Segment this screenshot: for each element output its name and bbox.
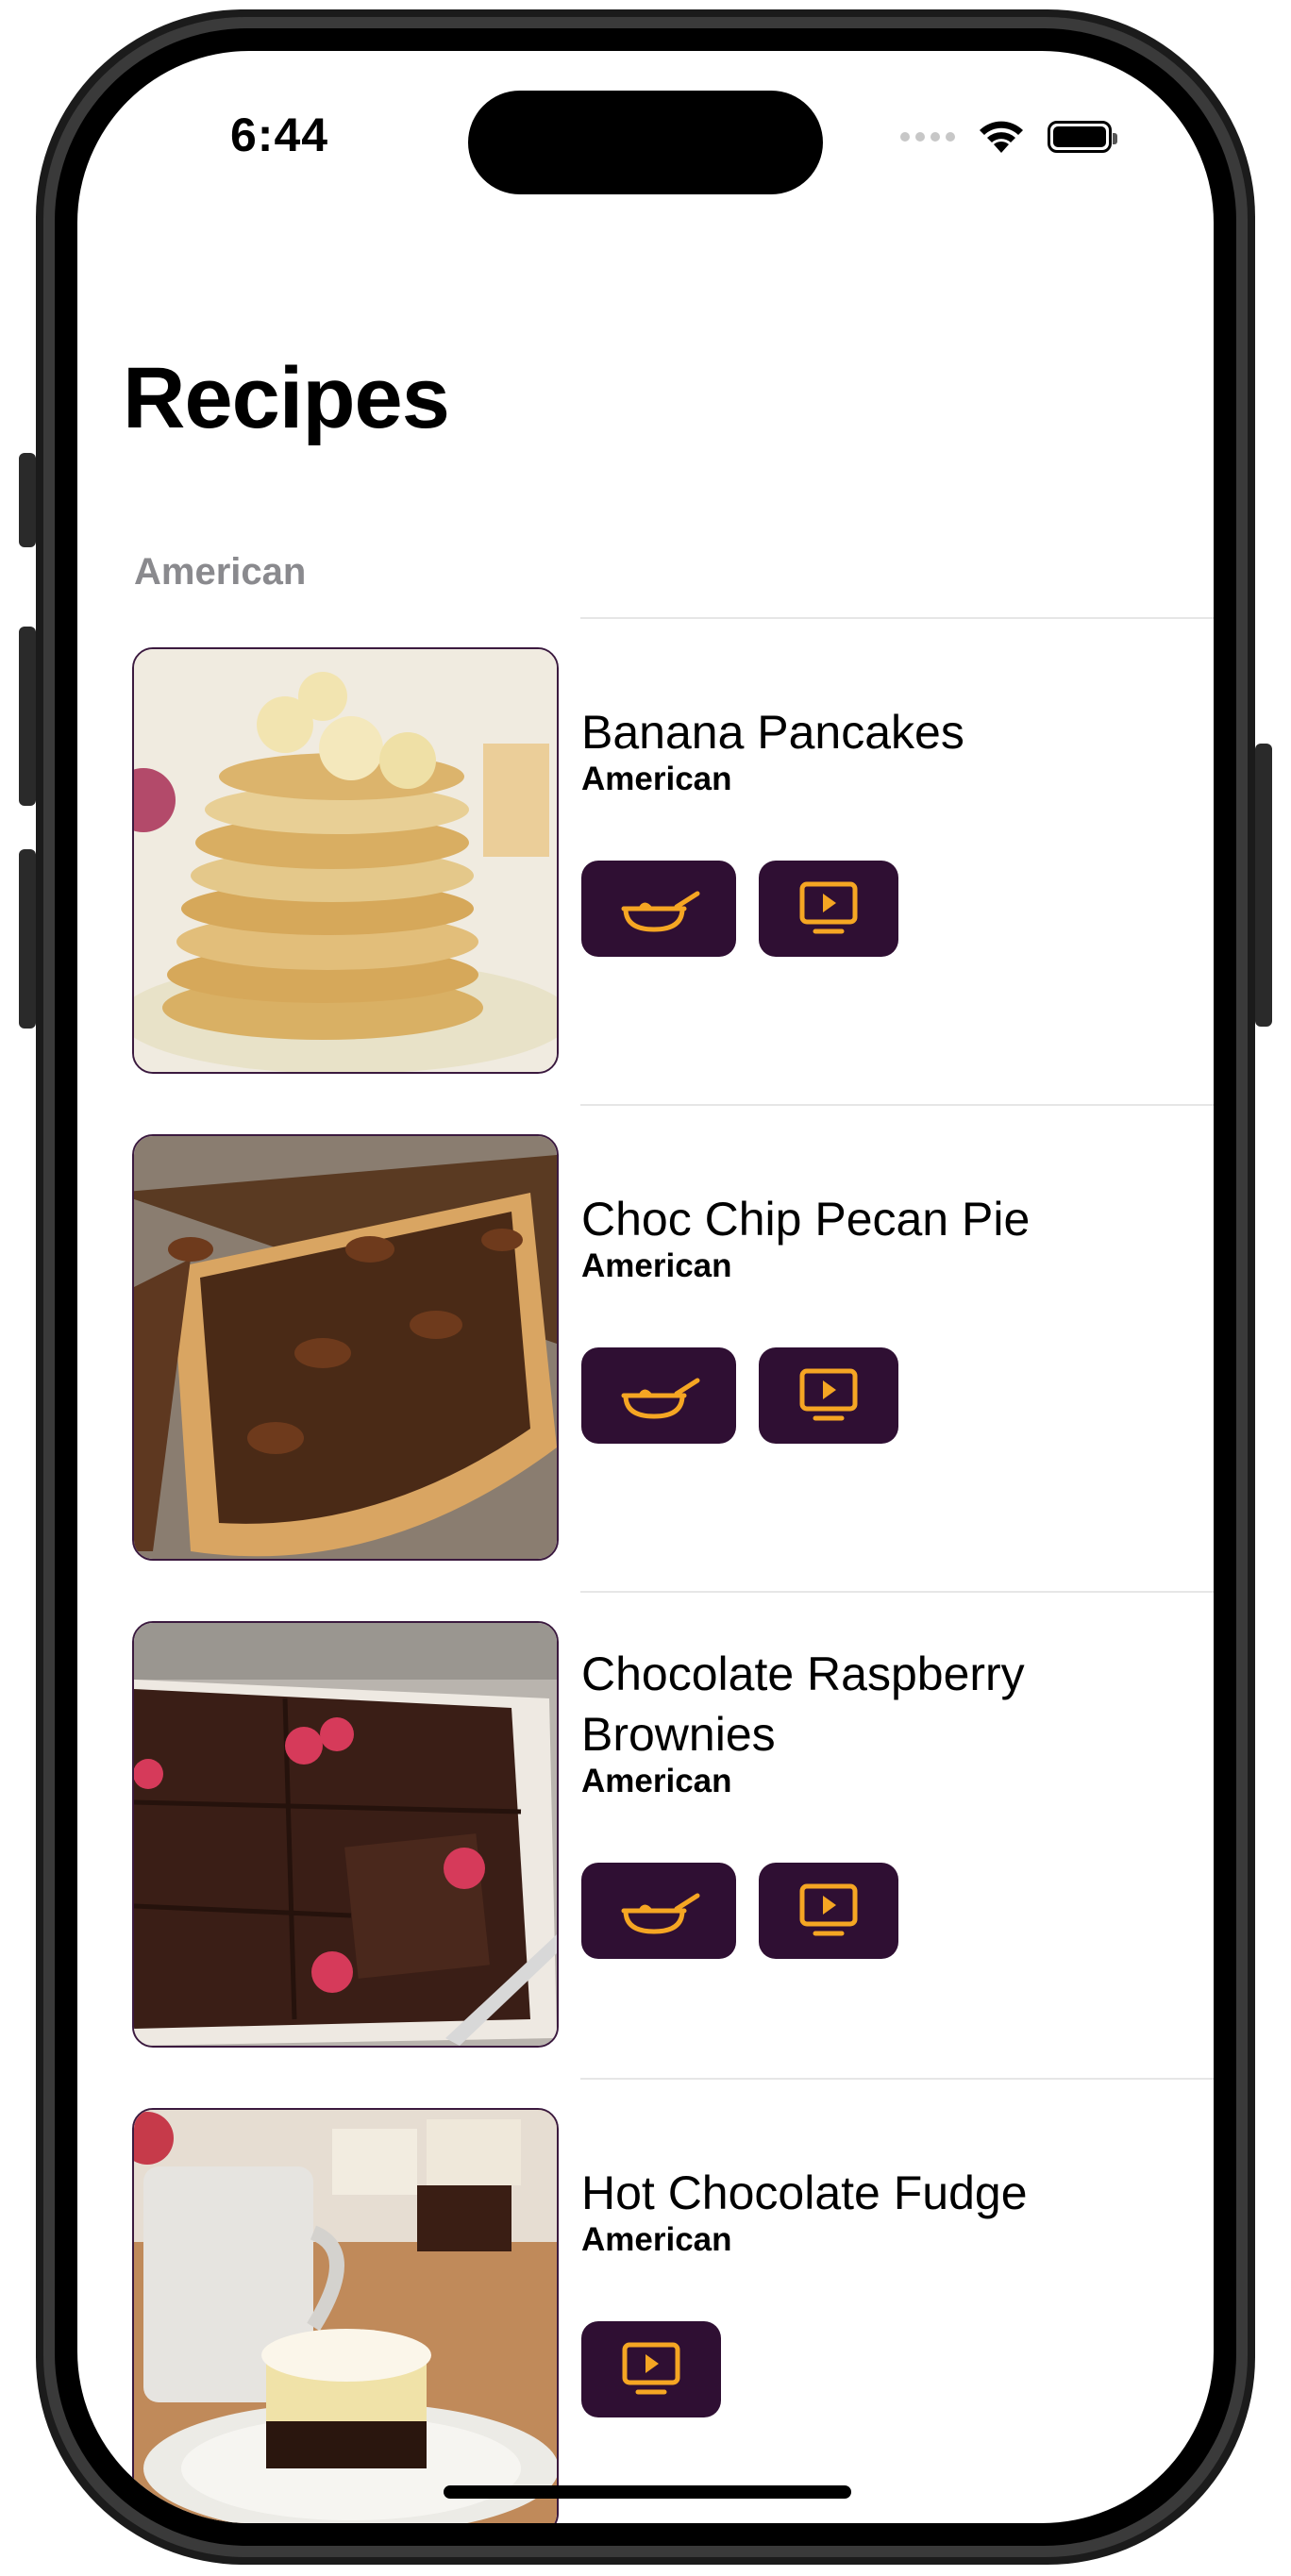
play-video-icon xyxy=(621,2341,681,2398)
wifi-icon xyxy=(980,121,1023,153)
home-indicator[interactable] xyxy=(444,2485,851,2499)
list-item[interactable]: Banana Pancakes American xyxy=(77,617,1214,1104)
recipe-thumbnail xyxy=(132,647,559,1074)
section-header: American xyxy=(134,551,307,593)
recipe-thumbnail xyxy=(132,1134,559,1561)
video-button[interactable] xyxy=(759,861,898,957)
row-separator xyxy=(580,1104,1214,1106)
recipe-cuisine: American xyxy=(581,2221,732,2258)
status-time: 6:44 xyxy=(230,109,329,161)
list-item[interactable]: Choc Chip Pecan Pie American xyxy=(77,1104,1214,1591)
play-video-icon xyxy=(798,1367,859,1424)
cooking-pan-icon xyxy=(616,1367,701,1424)
cellular-signal-icon xyxy=(900,132,955,142)
row-separator xyxy=(580,2078,1214,2080)
row-separator xyxy=(580,617,1214,619)
recipe-button[interactable] xyxy=(581,861,736,957)
video-button[interactable] xyxy=(581,2321,721,2417)
action-button xyxy=(19,453,36,547)
volume-up-button xyxy=(19,627,36,806)
recipe-cuisine: American xyxy=(581,1763,732,1799)
cooking-pan-icon xyxy=(616,1882,701,1939)
recipe-name: Banana Pancakes xyxy=(581,706,964,759)
play-video-icon xyxy=(798,1882,859,1939)
status-indicators xyxy=(900,119,1117,155)
recipe-thumbnail xyxy=(132,2108,559,2523)
recipe-name: Hot Chocolate Fudge xyxy=(581,2166,1028,2219)
video-button[interactable] xyxy=(759,1347,898,1444)
list-item[interactable]: Chocolate Raspberry Brownies American xyxy=(77,1591,1214,2078)
recipe-button[interactable] xyxy=(581,1863,736,1959)
page-title: Recipes xyxy=(123,350,450,446)
recipe-cuisine: American xyxy=(581,761,732,797)
recipe-button[interactable] xyxy=(581,1347,736,1444)
dynamic-island xyxy=(468,91,823,194)
list-item[interactable]: Hot Chocolate Fudge American xyxy=(77,2078,1214,2523)
play-video-icon xyxy=(798,880,859,937)
recipe-name: Chocolate Raspberry Brownies xyxy=(581,1648,1025,1761)
video-button[interactable] xyxy=(759,1863,898,1959)
power-button xyxy=(1255,744,1272,1027)
row-separator xyxy=(580,1591,1214,1593)
cooking-pan-icon xyxy=(616,880,701,937)
recipe-cuisine: American xyxy=(581,1247,732,1284)
battery-icon xyxy=(1048,121,1117,153)
recipe-name: Choc Chip Pecan Pie xyxy=(581,1193,1031,1246)
recipe-thumbnail xyxy=(132,1621,559,2048)
volume-down-button xyxy=(19,849,36,1029)
screen: 6:44 Recipes American Banana Pancakes Am… xyxy=(77,51,1214,2523)
